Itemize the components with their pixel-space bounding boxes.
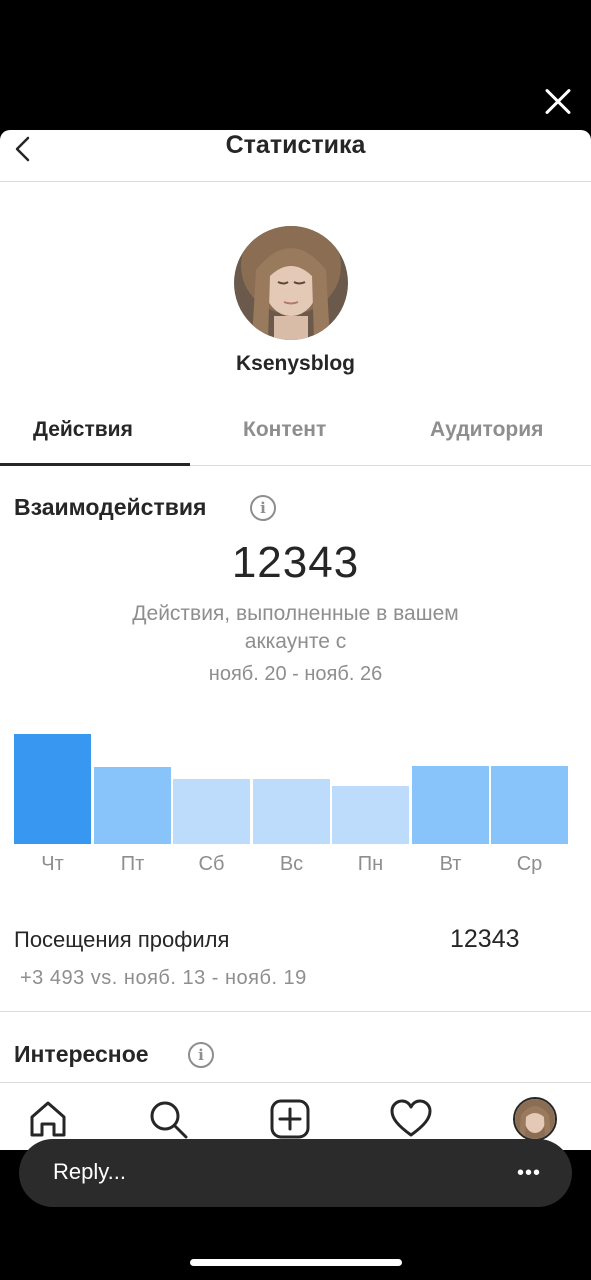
search-icon[interactable] [146,1097,190,1141]
tab-activity[interactable]: Действия [33,418,133,442]
tab-content[interactable]: Контент [243,418,326,442]
chart-bar-Сб[interactable] [173,779,250,844]
profile-visits-comparison: +3 493 vs. нояб. 13 - нояб. 19 [20,967,307,989]
interactions-title: Взаимодействия [14,494,207,520]
profile-avatar[interactable] [513,1097,557,1141]
chart-bar-Пн[interactable] [332,786,409,844]
tab-bar: Действия Контент Аудитория [0,400,591,466]
chart-day-label: Ср [516,853,543,875]
discovery-title: Интересное [14,1041,149,1067]
close-icon[interactable] [540,84,576,120]
chart-day-label: Вт [439,853,462,875]
date-range: нояб. 20 - нояб. 26 [208,663,383,685]
add-post-icon[interactable] [268,1097,312,1141]
profile-visits-label: Посещения профиля [14,927,230,952]
chart-day-label: Чт [41,853,64,875]
profile-visits-value: 12343 [450,925,520,953]
chart-bar-Вт[interactable] [412,766,489,844]
chart-day-label: Пт [120,853,145,875]
divider [0,1011,591,1012]
tab-audience[interactable]: Аудитория [430,418,543,442]
username: Ksenysblog [235,352,356,375]
chart-bar-Чт[interactable] [14,734,91,844]
home-indicator [190,1259,402,1266]
more-options-icon[interactable]: ••• [509,1159,549,1187]
chart-day-label: Пн [357,853,384,875]
header: Статистика [0,130,591,182]
reply-placeholder: Reply... [53,1159,126,1184]
chart-day-label: Вс [279,853,304,875]
insights-sheet: Статистика Ksenysblog Действия Контент А… [0,130,591,1150]
reply-field[interactable]: Reply... ••• [19,1139,572,1207]
avatar [234,226,348,340]
chart-bar-Пт[interactable] [94,767,171,844]
info-icon[interactable]: i [250,495,276,521]
interactions-total: 12343 [231,538,360,587]
info-icon[interactable]: i [188,1042,214,1068]
interactions-subtitle: Действия, выполненные в вашем аккаунте с [132,602,459,653]
home-icon[interactable] [26,1097,70,1141]
page-title: Статистика [225,131,366,159]
heart-icon[interactable] [389,1097,433,1141]
chart-bar-Вс[interactable] [253,779,330,844]
chart-day-label: Сб [198,853,225,875]
chart-bar-Ср[interactable] [491,766,568,844]
active-tab-indicator [0,463,190,466]
